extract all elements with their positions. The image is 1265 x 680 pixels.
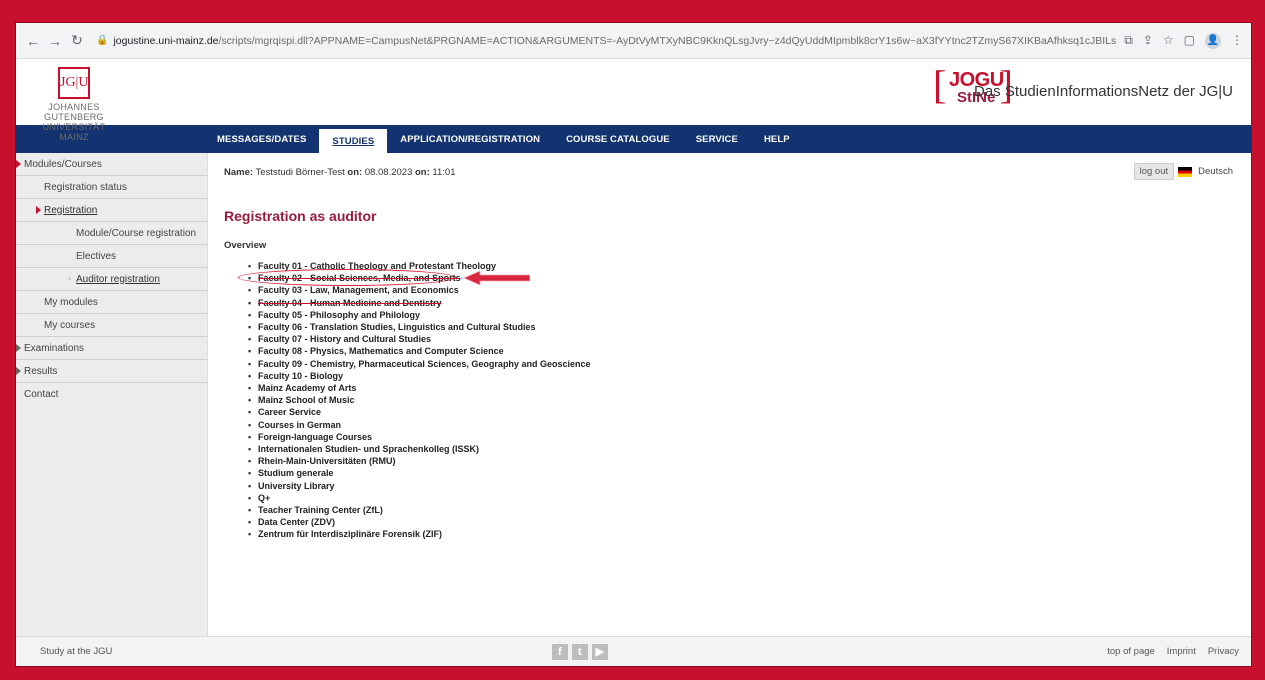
language-switch-link[interactable]: Deutsch	[1198, 166, 1233, 177]
sidebar-item-my-courses[interactable]: My courses	[16, 314, 207, 337]
tab-course-catalogue[interactable]: COURSE CATALOGUE	[553, 125, 683, 153]
page-footer: Study at the JGU f t ▶ top of page Impri…	[16, 636, 1251, 666]
twitter-icon[interactable]: t	[571, 643, 588, 660]
sidebar-item-results[interactable]: Results	[16, 360, 207, 383]
annotation-ellipse	[238, 269, 456, 286]
sidebar-item-electives[interactable]: Electives	[16, 245, 207, 268]
page-title: Registration as auditor	[224, 208, 377, 224]
address-bar[interactable]: 🔒 jogustine.uni-mainz.de/scripts/mgrqisp…	[96, 35, 1116, 47]
menu-kebab-icon[interactable]: ⋮	[1231, 33, 1243, 49]
sidebar-item-registration[interactable]: Registration	[16, 199, 207, 222]
faculty-link[interactable]: Internationalen Studien- und Sprachenkol…	[248, 443, 1235, 455]
profile-avatar-icon[interactable]: 👤	[1205, 32, 1221, 49]
sidebar-item-auditor-registration[interactable]: › Auditor registration	[16, 268, 207, 291]
current-time: 11:01	[432, 167, 456, 178]
expanded-arrow-icon	[36, 206, 41, 214]
faculty-link[interactable]: Foreign-language Courses	[248, 431, 1235, 443]
translate-icon[interactable]: ⧉	[1124, 33, 1133, 49]
sidebar: Modules/Courses Registration status Regi…	[16, 153, 208, 637]
faculty-link[interactable]: Faculty 05 - Philosophy and Philology	[248, 309, 1235, 321]
tab-messages-dates[interactable]: MESSAGES/DATES	[204, 125, 319, 153]
user-name: Teststudi Börner-Test	[255, 167, 345, 178]
facebook-icon[interactable]: f	[551, 643, 568, 660]
sidebar-item-contact[interactable]: Contact	[16, 383, 207, 406]
faculty-link[interactable]: Studium generale	[248, 467, 1235, 479]
user-info-line: Name: Teststudi Börner-Test on: 08.08.20…	[224, 167, 456, 178]
imprint-link[interactable]: Imprint	[1167, 646, 1196, 657]
site-header: JG|U JOHANNES GUTENBERG UNIVERSITÄT MAIN…	[16, 59, 1251, 142]
url-path: /scripts/mgrqispi.dll?APPNAME=CampusNet&…	[218, 34, 1117, 47]
faculty-link-highlighted[interactable]: Faculty 03 - Law, Management, and Econom…	[248, 284, 1235, 296]
youtube-icon[interactable]: ▶	[591, 643, 608, 660]
faculty-link[interactable]: Rhein-Main-Universitäten (RMU)	[248, 455, 1235, 467]
share-icon[interactable]: ⇪	[1143, 33, 1153, 49]
browser-window: ← → ↻ 🔒 jogustine.uni-mainz.de/scripts/m…	[15, 22, 1252, 667]
forward-icon[interactable]: →	[46, 33, 64, 49]
sidebar-item-my-modules[interactable]: My modules	[16, 291, 207, 314]
browser-toolbar: ← → ↻ 🔒 jogustine.uni-mainz.de/scripts/m…	[16, 23, 1251, 59]
bookmark-star-icon[interactable]: ☆	[1163, 33, 1174, 49]
expanded-arrow-icon	[16, 160, 21, 168]
faculty-link[interactable]: Mainz School of Music	[248, 394, 1235, 406]
german-flag-icon[interactable]	[1178, 166, 1193, 177]
back-icon[interactable]: ←	[24, 33, 42, 49]
sidebar-item-modules-courses[interactable]: Modules/Courses	[16, 153, 207, 176]
session-actions: log out Deutsch	[1133, 163, 1233, 180]
tab-help[interactable]: HELP	[751, 125, 803, 153]
faculty-link[interactable]: Career Service	[248, 406, 1235, 418]
faculty-link[interactable]: Faculty 09 - Chemistry, Pharmaceutical S…	[248, 358, 1235, 370]
content-layout: Modules/Courses Registration status Regi…	[16, 153, 1251, 637]
tab-studies[interactable]: STUDIES	[319, 129, 388, 153]
tab-application-registration[interactable]: APPLICATION/REGISTRATION	[387, 125, 553, 153]
faculty-link[interactable]: Faculty 10 - Biology	[248, 370, 1235, 382]
faculty-link[interactable]: Faculty 04 - Human Medicine and Dentistr…	[248, 297, 1235, 309]
sidepanel-icon[interactable]: ▢	[1184, 33, 1195, 49]
tab-service[interactable]: SERVICE	[683, 125, 751, 153]
logout-button[interactable]: log out	[1133, 163, 1175, 180]
sidebar-item-examinations[interactable]: Examinations	[16, 337, 207, 360]
footer-links: top of page Imprint Privacy	[1107, 646, 1239, 657]
social-links: f t ▶	[551, 643, 608, 660]
collapsed-arrow-icon	[16, 367, 21, 375]
faculty-list: Faculty 01 - Catholic Theology and Prote…	[248, 260, 1235, 541]
jgu-logo[interactable]: JG|U JOHANNES GUTENBERG UNIVERSITÄT MAIN…	[34, 67, 114, 142]
collapsed-arrow-icon	[16, 344, 21, 352]
faculty-link[interactable]: Q+	[248, 492, 1235, 504]
site-tagline: Das StudienInformationsNetz der JG|U	[973, 83, 1233, 100]
faculty-link[interactable]: University Library	[248, 480, 1235, 492]
faculty-link[interactable]: Zentrum für Interdisziplinäre Forensik (…	[248, 528, 1235, 540]
study-at-jgu-link[interactable]: Study at the JGU	[40, 646, 112, 657]
main-navigation: MESSAGES/DATES STUDIES APPLICATION/REGIS…	[16, 125, 1251, 153]
faculty-link[interactable]: Mainz Academy of Arts	[248, 382, 1235, 394]
current-date: 08.08.2023	[364, 167, 413, 178]
faculty-link[interactable]: Faculty 08 - Physics, Mathematics and Co…	[248, 345, 1235, 357]
lock-icon: 🔒	[96, 35, 109, 46]
current-page-marker-icon: ›	[68, 273, 71, 283]
faculty-link[interactable]: Faculty 07 - History and Cultural Studie…	[248, 333, 1235, 345]
top-of-page-link[interactable]: top of page	[1107, 646, 1155, 657]
privacy-link[interactable]: Privacy	[1208, 646, 1239, 657]
main-content: Name: Teststudi Börner-Test on: 08.08.20…	[208, 153, 1251, 637]
faculty-link[interactable]: Data Center (ZDV)	[248, 516, 1235, 528]
jgu-logo-mark: JG|U	[58, 67, 90, 99]
sidebar-item-module-course-registration[interactable]: Module/Course registration	[16, 222, 207, 245]
faculty-link[interactable]: Faculty 06 - Translation Studies, Lingui…	[248, 321, 1235, 333]
faculty-link[interactable]: Courses in German	[248, 419, 1235, 431]
browser-actions: ⧉ ⇪ ☆ ▢ 👤 ⋮	[1124, 32, 1243, 49]
faculty-link[interactable]: Teacher Training Center (ZfL)	[248, 504, 1235, 516]
reload-icon[interactable]: ↻	[68, 32, 86, 49]
sidebar-item-registration-status[interactable]: Registration status	[16, 176, 207, 199]
jgu-logo-text: JOHANNES GUTENBERG UNIVERSITÄT MAINZ	[42, 102, 106, 142]
annotation-arrow-icon	[464, 271, 530, 285]
overview-heading: Overview	[224, 240, 267, 251]
url-domain: jogustine.uni-mainz.de	[113, 34, 219, 47]
